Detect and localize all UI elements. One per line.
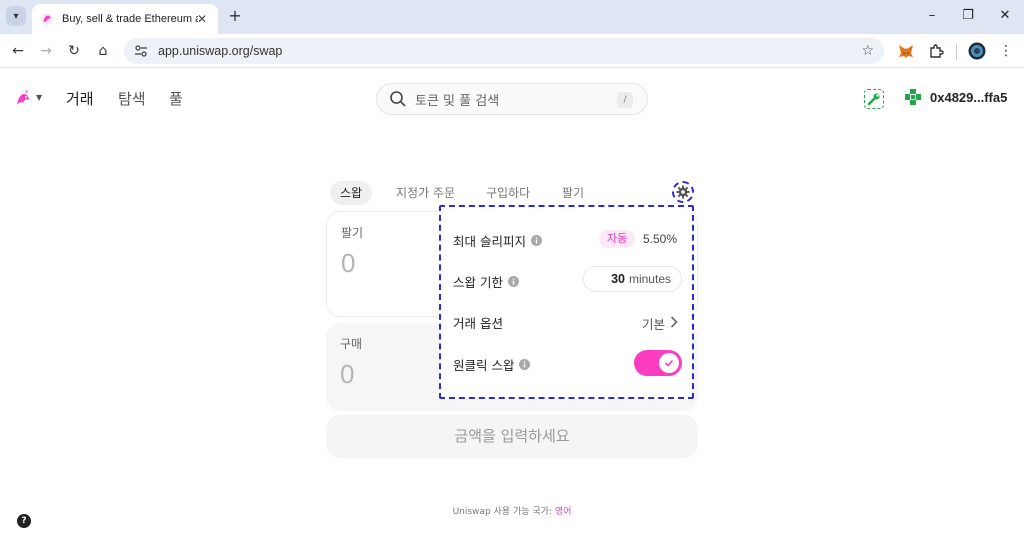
url-text: app.uniswap.org/swap [158, 44, 283, 58]
window-close-icon[interactable]: ✕ [993, 6, 1017, 26]
search-icon [390, 91, 406, 107]
info-icon[interactable] [519, 358, 531, 370]
info-icon[interactable] [507, 275, 519, 287]
trade-options-row[interactable]: 거래 옵션 기본 [453, 310, 683, 334]
app-header: ▼ 거래 탐색 풀 토큰 및 풀 검색 / 0x4829...ffa5 [0, 68, 1024, 130]
nav-trade[interactable]: 거래 [66, 88, 94, 109]
puzzle-icon[interactable] [927, 42, 945, 60]
trade-options-value: 기본 [641, 317, 665, 332]
deadline-input[interactable]: 30 minutes [583, 266, 682, 292]
slippage-value[interactable]: 5.50% [643, 232, 677, 246]
site-info-icon[interactable] [134, 44, 148, 58]
swap-mode-tabs: 스왑 지정가 주문 구입하다 팔기 [330, 181, 700, 205]
wallet-button[interactable]: 0x4829...ffa5 [904, 88, 1007, 106]
profile-icon[interactable] [968, 42, 986, 60]
one-click-swap-label: 원클릭 스왑 [453, 357, 515, 373]
enter-amount-button[interactable]: 금액을 입력하세요 [326, 415, 698, 458]
footer-text: Uniswap 사용 가능 국가: [452, 507, 552, 517]
new-tab-icon[interactable]: + [226, 7, 244, 25]
search-placeholder: 토큰 및 풀 검색 [415, 93, 500, 109]
deadline-unit: minutes [628, 272, 671, 286]
nav-pool[interactable]: 풀 [169, 88, 183, 109]
wallet-avatar-icon [905, 89, 921, 105]
back-icon[interactable]: ← [8, 41, 28, 61]
trade-options-label: 거래 옵션 [453, 315, 503, 331]
sell-label: 팔기 [341, 226, 364, 240]
tab-sell[interactable]: 팔기 [552, 181, 594, 205]
wallet-address: 0x4829...ffa5 [930, 89, 1008, 105]
metamask-icon[interactable] [897, 42, 915, 60]
nav-explore[interactable]: 탐색 [118, 88, 146, 109]
footer-language-link[interactable]: 영어 [555, 507, 572, 517]
swap-settings-popover: 최대 슬리피지 자동 5.50% 스왑 기한 30 minutes 거래 옵션 … [439, 205, 694, 399]
deadline-row: 스왑 기한 30 minutes [453, 266, 683, 293]
max-slippage-row: 최대 슬리피지 자동 5.50% [453, 228, 683, 252]
one-click-swap-row: 원클릭 스왑 [453, 350, 683, 376]
star-icon[interactable]: ☆ [861, 43, 874, 59]
toolbar-separator [956, 44, 957, 60]
minimize-icon[interactable]: – [920, 6, 944, 26]
help-icon[interactable]: ? [17, 514, 31, 528]
chevron-down-icon[interactable]: ▼ [36, 93, 42, 102]
one-click-swap-toggle[interactable] [634, 350, 682, 376]
uniswap-favicon-icon [40, 12, 54, 26]
slippage-auto-badge[interactable]: 자동 [599, 230, 636, 248]
restore-icon[interactable]: ❐ [956, 6, 980, 26]
address-bar[interactable]: app.uniswap.org/swap ☆ [124, 38, 884, 64]
tab-title: Buy, sell & trade Ethereum and [62, 13, 198, 25]
uniswap-logo-icon[interactable] [14, 89, 34, 109]
buy-amount-input[interactable]: 0 [340, 359, 354, 390]
kebab-menu-icon[interactable]: ⋮ [996, 41, 1016, 61]
buy-label: 구매 [340, 337, 363, 351]
wrench-button[interactable] [864, 89, 884, 109]
deadline-label: 스왑 기한 [453, 274, 503, 290]
tab-list-icon[interactable]: ▾ [6, 6, 26, 26]
search-input[interactable]: 토큰 및 풀 검색 / [376, 83, 648, 115]
tab-buy[interactable]: 구입하다 [476, 181, 540, 205]
browser-tab-bar: ▾ Buy, sell & trade Ethereum and ✕ + – ❐… [0, 0, 1024, 34]
deadline-value: 30 [611, 272, 625, 286]
sell-amount-input[interactable]: 0 [341, 248, 355, 279]
reload-icon[interactable]: ↻ [64, 41, 84, 61]
forward-icon[interactable]: → [36, 41, 56, 61]
browser-toolbar: ← → ↻ ⌂ app.uniswap.org/swap ☆ ⋮ [0, 34, 1024, 68]
close-icon[interactable]: ✕ [194, 11, 210, 27]
info-icon[interactable] [530, 234, 542, 246]
settings-button[interactable] [672, 181, 694, 203]
footer-availability: Uniswap 사용 가능 국가: 영어 [0, 504, 1024, 517]
home-icon[interactable]: ⌂ [93, 41, 113, 61]
max-slippage-label: 최대 슬리피지 [453, 233, 526, 249]
search-shortcut-key: / [617, 92, 633, 108]
gear-icon [676, 185, 690, 199]
toggle-knob [659, 353, 679, 373]
chevron-right-icon [670, 316, 678, 328]
wrench-icon [867, 93, 880, 106]
tab-swap[interactable]: 스왑 [330, 181, 373, 205]
tab-limit-order[interactable]: 지정가 주문 [386, 181, 465, 205]
check-icon [664, 359, 674, 367]
browser-tab[interactable]: Buy, sell & trade Ethereum and ✕ [32, 4, 218, 34]
